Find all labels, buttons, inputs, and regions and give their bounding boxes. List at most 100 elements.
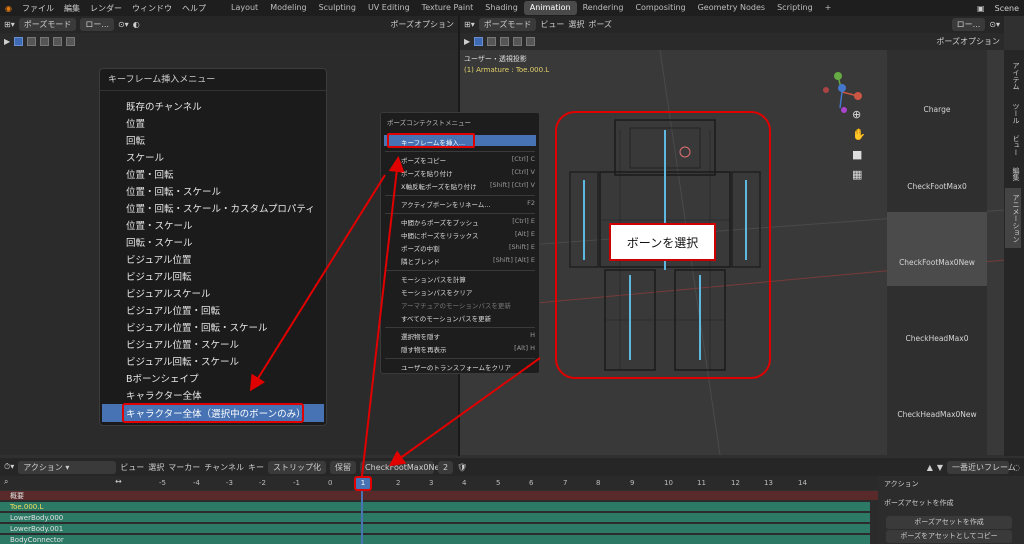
add-workspace-icon[interactable]: +: [819, 1, 838, 15]
pose-item-checkfootmax0new[interactable]: CheckFootMax0New: [887, 258, 987, 267]
tab-compositing[interactable]: Compositing: [629, 1, 691, 15]
pose-item-checkfootmax0[interactable]: CheckFootMax0: [887, 182, 987, 191]
keyframe-menu-item[interactable]: ビジュアルスケール: [126, 286, 211, 300]
keyframe-menu-item[interactable]: スケール: [126, 150, 164, 164]
clear-motion-paths-item[interactable]: モーションパスをクリア: [401, 287, 535, 297]
keyframe-menu-item[interactable]: ビジュアル回転・スケール: [126, 354, 239, 368]
select-tool-icon-right[interactable]: ▶: [464, 37, 470, 46]
pose-asset-section-label[interactable]: ポーズアセットを作成: [884, 498, 954, 508]
copy-pose-item[interactable]: ポーズをコピー [Ctrl] C: [401, 155, 535, 165]
overlay-icon-right[interactable]: ⊙▾: [989, 20, 1000, 29]
create-pose-asset-button[interactable]: ポーズアセットを作成: [886, 516, 1012, 529]
keyframe-menu-item[interactable]: 位置・スケール: [126, 218, 193, 232]
perspective-grid-icon[interactable]: ▦: [852, 168, 862, 181]
tab-shading[interactable]: Shading: [479, 1, 524, 15]
select-extend-icon-right[interactable]: [487, 37, 497, 46]
tab-tool[interactable]: ツール: [1005, 98, 1021, 128]
tab-texture-paint[interactable]: Texture Paint: [416, 1, 480, 15]
stash-button[interactable]: 保留: [330, 460, 357, 474]
tab-layout[interactable]: Layout: [225, 1, 264, 15]
current-frame-indicator[interactable]: 1: [354, 476, 372, 491]
search-icon[interactable]: ⌕: [4, 477, 8, 487]
keyframe-menu-item[interactable]: ビジュアル位置: [126, 252, 192, 266]
menu-dopesheet-key[interactable]: キー: [248, 462, 264, 473]
menu-help[interactable]: ヘルプ: [177, 3, 211, 14]
pose-options-dropdown[interactable]: ポーズオプション: [390, 19, 454, 30]
calc-motion-paths-item[interactable]: モーションパスを計算: [401, 274, 535, 284]
tab-uv-editing[interactable]: UV Editing: [362, 1, 416, 15]
channel-name[interactable]: BodyConnector: [10, 536, 64, 544]
action-name-field[interactable]: CheckFootMax0New: [360, 460, 446, 474]
tab-animation-side[interactable]: アニメーション: [1005, 188, 1021, 248]
menu-file[interactable]: ファイル: [17, 3, 59, 14]
select-box-icon[interactable]: [14, 37, 24, 46]
pan-hand-icon[interactable]: ✋: [852, 128, 866, 141]
keyframe-menu-item[interactable]: 既存のチャンネル: [126, 99, 202, 113]
filter-select-icon[interactable]: ▲: [927, 463, 933, 472]
dopesheet-mode-dropdown[interactable]: アクション ▾: [18, 460, 117, 474]
keyframe-menu-item[interactable]: 位置・回転・スケール・カスタムプロパティ: [126, 201, 315, 215]
reveal-hidden-item[interactable]: 隠す物を再表示 [Alt] H: [401, 344, 535, 354]
menu-dopesheet-view[interactable]: ビュー: [120, 462, 144, 473]
scene-name[interactable]: Scene: [990, 4, 1024, 13]
editor-type-icon-right[interactable]: ⊞▾: [464, 20, 475, 29]
view-layer-dropdown[interactable]: ロー...: [80, 18, 114, 31]
select-extend-icon[interactable]: [27, 37, 37, 46]
fake-user-icon[interactable]: 🛡: [457, 463, 467, 472]
select-intersect-icon-right[interactable]: [526, 37, 536, 46]
select-tool-icon[interactable]: ▶: [4, 37, 10, 46]
keyframe-menu-item[interactable]: キャラクター全体: [126, 388, 202, 402]
timeline-ruler[interactable]: ⌕ ↔ -5 -4 -3 -2 -1 0 2 3 4 5 6 7 8 9 10 …: [0, 476, 878, 490]
paste-flipped-pose-item[interactable]: X軸反転ポーズを貼り付け [Shift] [Ctrl] V: [401, 181, 535, 191]
channel-name[interactable]: LowerBody.001: [10, 525, 63, 533]
keyframe-menu-item[interactable]: Bボーンシェイプ: [126, 371, 199, 385]
tab-geometry-nodes[interactable]: Geometry Nodes: [692, 1, 771, 15]
tab-scripting[interactable]: Scripting: [771, 1, 819, 15]
channel-name[interactable]: Toe.000.L: [10, 503, 43, 511]
mode-dropdown[interactable]: ポーズモード: [18, 18, 77, 31]
action-users-count[interactable]: 2: [438, 460, 454, 474]
keyframe-menu-item[interactable]: 回転: [126, 133, 145, 147]
select-intersect-icon[interactable]: [66, 37, 76, 46]
menu-edit[interactable]: 編集: [59, 3, 85, 14]
channel-row[interactable]: [0, 535, 870, 544]
action-section-label[interactable]: アクション: [884, 479, 919, 489]
channel-row[interactable]: [0, 502, 870, 511]
keyframe-menu-item[interactable]: 回転・スケール: [126, 235, 193, 249]
push-pose-item[interactable]: 中間からポーズをプッシュ [Ctrl] E: [401, 217, 535, 227]
camera-icon[interactable]: ■: [852, 148, 862, 161]
push-down-button[interactable]: ストリップ化: [268, 460, 327, 474]
proportional-edit-icon[interactable]: ◌: [1013, 463, 1020, 472]
overlay-icon[interactable]: ⊙▾: [118, 20, 129, 29]
zoom-icon[interactable]: ⊕: [852, 108, 861, 121]
copy-pose-as-asset-button[interactable]: ポーズをアセットとしてコピー: [886, 530, 1012, 543]
collapse-channels-icon[interactable]: ↔: [115, 477, 122, 486]
editor-type-icon-dopesheet[interactable]: ⏱▾: [4, 462, 14, 472]
summary-row[interactable]: [0, 491, 878, 500]
menu-window[interactable]: ウィンドウ: [127, 3, 177, 14]
menu-dopesheet-channel[interactable]: チャンネル: [204, 462, 244, 473]
blender-logo-icon[interactable]: ◉: [0, 4, 17, 13]
view-layer-dropdown-right[interactable]: ロー...: [951, 18, 986, 31]
channel-row[interactable]: [0, 513, 870, 522]
keyframe-menu-item[interactable]: 位置: [126, 116, 145, 130]
pose-options-dropdown-right[interactable]: ポーズオプション: [936, 36, 1000, 47]
pose-item-checkheadmax0new[interactable]: CheckHeadMax0New: [887, 410, 987, 419]
keyframe-menu-item[interactable]: 位置・回転・スケール: [126, 184, 221, 198]
filter-icon[interactable]: ▼: [937, 463, 943, 472]
keyframe-menu-item[interactable]: 位置・回転: [126, 167, 174, 181]
menu-dopesheet-marker[interactable]: マーカー: [168, 462, 200, 473]
select-invert-icon[interactable]: [53, 37, 63, 46]
pose-item-charge[interactable]: Charge: [887, 105, 987, 114]
keyframe-menu-item[interactable]: ビジュアル回転: [126, 269, 192, 283]
menu-dopesheet-select[interactable]: 選択: [148, 462, 164, 473]
select-invert-icon-right[interactable]: [513, 37, 523, 46]
keyframe-menu-item[interactable]: ビジュアル位置・回転・スケール: [126, 320, 268, 334]
relax-pose-item[interactable]: 中間にポーズをリラックス [Alt] E: [401, 230, 535, 240]
pose-item-checkheadmax0[interactable]: CheckHeadMax0: [887, 334, 987, 343]
tab-animation[interactable]: Animation: [523, 1, 577, 15]
menu-view[interactable]: ビュー: [540, 19, 564, 30]
snap-dropdown[interactable]: 一番近いフレーム: [947, 460, 1016, 474]
menu-render[interactable]: レンダー: [85, 3, 127, 14]
menu-select[interactable]: 選択: [568, 19, 584, 30]
